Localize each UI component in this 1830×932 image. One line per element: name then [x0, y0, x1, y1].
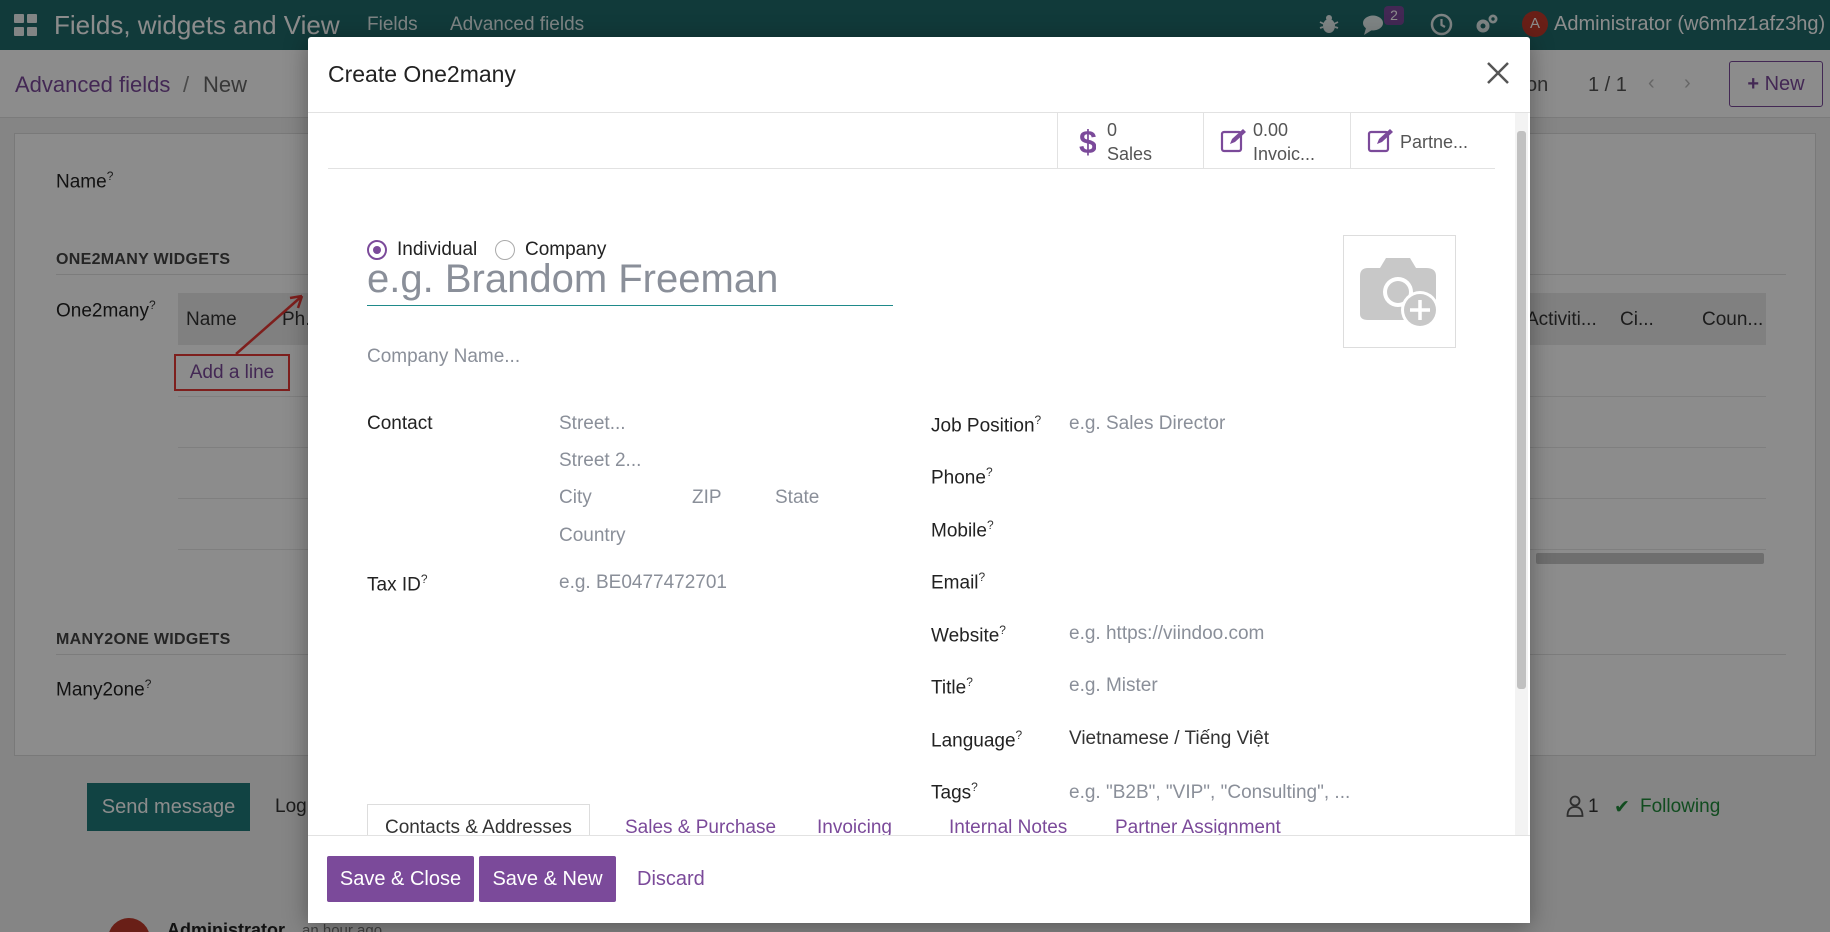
job-position-label: Job Position? — [931, 413, 1042, 437]
create-one2many-dialog: Create One2many $ 0 Sales 0.00 Invoic... — [308, 37, 1530, 923]
tab-invoicing[interactable]: Invoicing — [817, 817, 892, 835]
contact-address-label: Contact — [367, 413, 433, 434]
invoiced-label: Invoic... — [1253, 144, 1316, 164]
zip-input[interactable]: ZIP — [692, 487, 722, 509]
sales-label: Sales — [1107, 144, 1153, 164]
state-select[interactable]: State — [775, 487, 819, 509]
website-label: Website? — [931, 623, 1006, 647]
dialog-footer: Save & Close Save & New Discard — [308, 835, 1530, 923]
partner-name-input[interactable] — [367, 254, 893, 306]
close-icon[interactable] — [1480, 55, 1516, 91]
email-label: Email? — [931, 570, 986, 594]
sales-count: 0 — [1107, 120, 1118, 140]
street2-input[interactable]: Street 2... — [559, 450, 641, 472]
smart-button-box: $ 0 Sales 0.00 Invoic... Partne... — [328, 113, 1495, 169]
camera-add-icon — [1360, 258, 1439, 329]
company-name-input[interactable]: Company Name... — [367, 346, 520, 368]
dialog-title: Create One2many — [328, 61, 516, 87]
edit-icon — [1220, 129, 1246, 153]
job-position-input[interactable]: e.g. Sales Director — [1069, 413, 1225, 435]
language-select[interactable]: Vietnamese / Tiếng Việt — [1069, 728, 1269, 750]
mobile-label: Mobile? — [931, 518, 994, 542]
tax-id-input[interactable]: e.g. BE0477472701 — [559, 572, 727, 594]
phone-label: Phone? — [931, 465, 993, 489]
dialog-body: $ 0 Sales 0.00 Invoic... Partne... Indiv… — [308, 113, 1530, 835]
partner-image-upload[interactable] — [1343, 235, 1456, 348]
website-input[interactable]: e.g. https://viindoo.com — [1069, 623, 1264, 645]
country-select[interactable]: Country — [559, 525, 626, 547]
dollar-icon: $ — [1079, 125, 1096, 157]
tab-internal-notes[interactable]: Internal Notes — [949, 817, 1067, 835]
email-input[interactable] — [1069, 564, 1409, 598]
sales-smart-button[interactable]: $ 0 Sales — [1057, 113, 1203, 169]
partner-smart-button[interactable]: Partne... — [1350, 113, 1495, 169]
title-select[interactable]: e.g. Mister — [1069, 675, 1158, 697]
partner-label: Partne... — [1400, 132, 1469, 152]
tab-contacts-addresses[interactable]: Contacts & Addresses — [367, 804, 590, 835]
city-input[interactable]: City — [559, 487, 592, 509]
edit-icon — [1367, 129, 1393, 153]
svg-text:$: $ — [1079, 125, 1096, 157]
tags-input[interactable]: e.g. "B2B", "VIP", "Consulting", ... — [1069, 782, 1350, 804]
save-close-button[interactable]: Save & Close — [327, 856, 474, 902]
discard-button[interactable]: Discard — [637, 868, 705, 891]
tab-partner-assignment[interactable]: Partner Assignment — [1115, 817, 1281, 835]
tags-label: Tags? — [931, 780, 978, 804]
tab-sales-purchase[interactable]: Sales & Purchase — [625, 817, 776, 835]
dialog-vertical-scrollbar[interactable] — [1515, 113, 1528, 835]
street-input[interactable]: Street... — [559, 413, 626, 435]
dialog-header: Create One2many — [308, 37, 1530, 113]
title-label: Title? — [931, 675, 973, 699]
notebook-tabs: Contacts & Addresses Sales & Purchase In… — [367, 804, 1367, 835]
language-label: Language? — [931, 728, 1023, 752]
invoiced-smart-button[interactable]: 0.00 Invoic... — [1203, 113, 1350, 169]
mobile-input[interactable] — [1069, 512, 1409, 546]
scrollbar-thumb[interactable] — [1517, 131, 1526, 689]
invoiced-amount: 0.00 — [1253, 120, 1289, 140]
save-new-button[interactable]: Save & New — [479, 856, 616, 902]
phone-input[interactable] — [1069, 459, 1409, 493]
tax-id-label: Tax ID? — [367, 572, 428, 596]
